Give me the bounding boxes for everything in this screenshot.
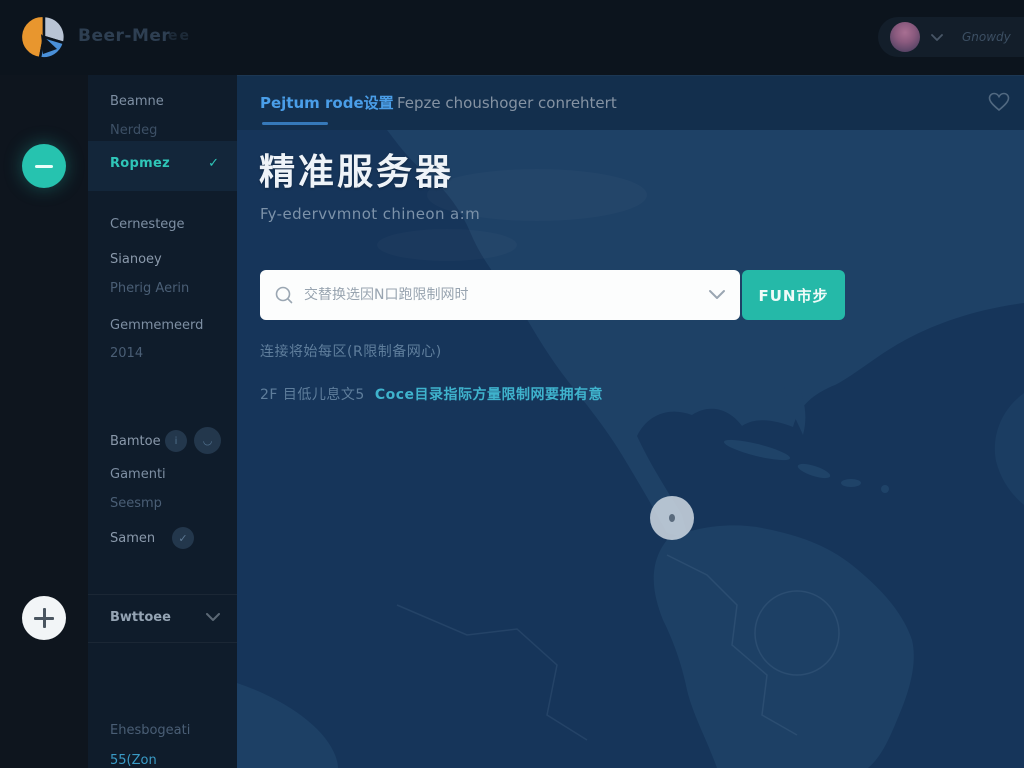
active-tab-underline: [262, 122, 328, 125]
map-marker[interactable]: [650, 496, 694, 540]
chevron-down-icon[interactable]: [708, 289, 726, 301]
sidebar-item-55zon[interactable]: 55(Zon: [88, 750, 237, 768]
main-content: Pejtum rode设置 Fepze choushoger conrehter…: [237, 75, 1024, 768]
sidebar-item-label: Ropmez: [110, 156, 170, 171]
limit-note-text: 2F 目低儿息文5: [260, 387, 365, 403]
tab-strip: Pejtum rode设置 Fepze choushoger conrehter…: [237, 75, 1024, 130]
page-subtitle: Fy-edervvmnot chineon a:m: [260, 205, 480, 223]
server-search-row: FUN市步: [260, 270, 847, 320]
tab-free-nodes[interactable]: Fepze choushoger conrehtert: [397, 76, 617, 131]
app-title: Beer-Mer: [78, 26, 170, 46]
search-box[interactable]: [260, 270, 740, 320]
sidebar-item-cernestege[interactable]: Cernestege: [88, 214, 237, 236]
sidebar-item-2014[interactable]: 2014: [88, 343, 237, 365]
sidebar-item-ropmez-active[interactable]: Ropmez ✓: [88, 141, 237, 191]
favorite-heart-icon[interactable]: [988, 92, 1010, 112]
topbar: Beer-Mer ee Gnowdy spo: [0, 0, 1024, 75]
sidebar: Beamne Nerdeg Ropmez ✓ Cernestege Sianoe…: [88, 75, 237, 768]
avatar: [890, 22, 920, 52]
limit-note-link[interactable]: Coce目录指际方量限制网要拥有意: [375, 387, 603, 403]
check-icon: ✓: [208, 156, 219, 171]
chevron-down-icon: [930, 33, 944, 42]
search-input[interactable]: [304, 287, 708, 303]
sidebar-item-ehesbogeati[interactable]: Ehesbogeati: [88, 720, 237, 742]
sidebar-section-label: Bwttoee: [110, 610, 171, 625]
app-logo-icon: [22, 15, 66, 59]
info-badge-icon: i: [165, 430, 187, 452]
add-button[interactable]: [22, 596, 66, 640]
face-badge-icon: ◡: [194, 427, 221, 454]
sidebar-item-pherig-aerin[interactable]: Pherig Aerin: [88, 278, 237, 300]
sidebar-item-beamne[interactable]: Beamne: [88, 91, 237, 113]
connect-note: 连接将始每区(R限制备网心): [260, 341, 442, 361]
limit-note: 2F 目低儿息文5 Coce目录指际方量限制网要拥有意: [260, 384, 603, 404]
sidebar-item-samen[interactable]: Samen: [88, 528, 237, 550]
sidebar-item-sianoey[interactable]: Sianoey: [88, 249, 237, 271]
sidebar-item-gemmemeerd[interactable]: Gemmemeerd: [88, 315, 237, 337]
app-title-suffix: ee: [168, 28, 191, 44]
check-badge-icon: ✓: [172, 527, 194, 549]
minus-icon: [35, 165, 53, 168]
run-button[interactable]: FUN市步: [742, 270, 845, 320]
chevron-down-icon: [205, 612, 221, 623]
sidebar-item-gamenti[interactable]: Gamenti: [88, 464, 237, 486]
search-icon: [274, 285, 294, 305]
user-menu[interactable]: Gnowdy spo: [878, 17, 1024, 57]
sidebar-item-seesmp[interactable]: Seesmp: [88, 493, 237, 515]
user-name: Gnowdy: [962, 30, 1011, 44]
sidebar-section-bwttoee[interactable]: Bwttoee: [88, 594, 237, 643]
sidebar-item-nerdeg[interactable]: Nerdeg: [88, 120, 237, 142]
plus-icon: [34, 608, 54, 628]
page-title: 精准服务器: [259, 143, 454, 195]
collapse-button[interactable]: [22, 144, 66, 188]
left-rail: [0, 75, 88, 768]
